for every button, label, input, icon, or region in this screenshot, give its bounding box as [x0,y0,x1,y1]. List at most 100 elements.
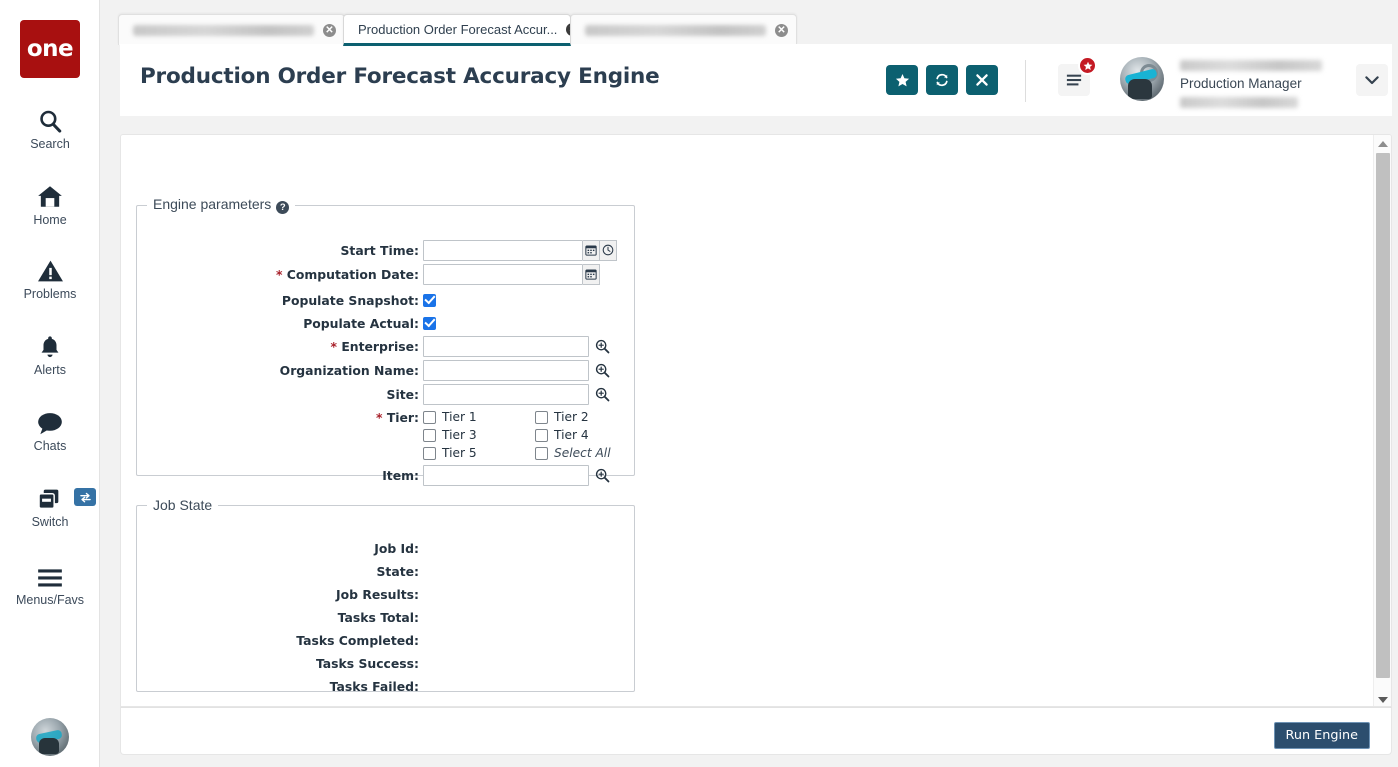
site-input[interactable] [423,383,589,405]
tier-1-label: Tier 1 [442,410,477,424]
clock-icon[interactable] [600,239,617,261]
field-row-populate-actual: Populate Actual: [137,312,634,334]
label-text: Enterprise: [341,338,419,354]
tier-option-tier-2[interactable]: Tier 2 [535,410,589,424]
engine-parameters-legend-text: Engine parameters [153,196,272,212]
label-tasks-total: Tasks Total: [337,609,419,625]
sidebar-item-problems[interactable]: Problems [0,254,100,301]
sidebar-label-chats: Chats [33,439,67,453]
scrollbar-thumb[interactable] [1376,153,1390,678]
tab-strip: ✕ Production Order Forecast Accur... ✕ ✕ [100,0,1398,46]
field-row-organization-name: Organization Name: [137,359,634,381]
search-plus-icon[interactable] [594,386,610,402]
label-tasks-completed: Tasks Completed: [296,632,419,648]
field-row-populate-snapshot: Populate Snapshot: [137,289,634,311]
close-button[interactable] [966,65,998,95]
tier-option-tier-3[interactable]: Tier 3 [423,428,535,442]
calendar-icon[interactable] [583,239,600,261]
label-computation-date: * Computation Date: [137,267,423,282]
label-start-time: Start Time: [340,242,419,258]
tier-2-checkbox[interactable] [535,410,548,424]
sidebar-label-problems: Problems [23,287,77,301]
refresh-icon [936,73,948,87]
sidebar-label-switch: Switch [31,515,69,529]
user-org-redacted [1180,97,1298,108]
search-plus-icon[interactable] [594,467,610,483]
field-row-enterprise: * Enterprise: [137,335,634,357]
page-title: Production Order Forecast Accuracy Engin… [140,64,660,89]
search-plus-icon[interactable] [594,362,610,378]
sidebar-label-alerts: Alerts [34,363,66,377]
page-header: Production Order Forecast Accuracy Engin… [120,44,1392,116]
label-organization-name: Organization Name: [279,362,419,378]
avatar-shape [1128,79,1152,99]
tier-option-tier-1[interactable]: Tier 1 [423,410,535,424]
tier-5-label: Tier 5 [442,446,477,460]
field-row-item: Item: [137,464,634,486]
job-row-job-results: Job Results: [137,583,634,605]
scroll-down-button[interactable] [1374,691,1391,706]
app-logo[interactable]: one [20,20,80,78]
tier-1-checkbox[interactable] [423,410,436,424]
search-plus-icon[interactable] [594,338,610,354]
sidebar-label-home: Home [33,213,67,227]
organization-name-input[interactable] [423,359,589,381]
tab-close-icon[interactable]: ✕ [566,22,570,36]
tier-3-checkbox[interactable] [423,428,436,442]
job-state-group: Job State Job Id: State: Job Results: Ta… [136,497,635,694]
user-menu-toggle[interactable] [1356,64,1388,96]
tab-production-order-forecast-accuracy[interactable]: Production Order Forecast Accur... ✕ [343,14,571,46]
star-badge-icon[interactable] [1078,56,1097,75]
tab-label: Production Order Forecast Accur... [358,21,558,37]
tier-4-checkbox[interactable] [535,428,548,442]
home-icon [36,180,64,210]
populate-actual-checkbox[interactable] [423,316,436,330]
tab-redacted-1[interactable]: ✕ [118,14,345,45]
chat-icon [36,406,64,436]
engine-parameters-group: Engine parameters? Start Time: * Computa… [136,196,635,486]
hamburger-icon [36,560,64,590]
calendar-icon[interactable] [583,263,600,285]
populate-snapshot-checkbox[interactable] [423,293,436,307]
required-marker: * [275,266,283,282]
sidebar-item-menus-favs[interactable]: Menus/Favs [0,560,100,607]
run-engine-button[interactable]: Run Engine [1273,722,1370,749]
avatar[interactable] [31,718,69,756]
favorite-button[interactable] [886,65,918,95]
job-row-tasks-total: Tasks Total: [137,606,634,628]
field-row-tier-1: * Tier: Tier 1 Tier 2 [137,408,634,426]
tier-option-tier-4[interactable]: Tier 4 [535,428,589,442]
label-tasks-failed: Tasks Failed: [329,678,419,694]
label-text: Computation Date: [286,266,419,282]
refresh-button[interactable] [926,65,958,95]
enterprise-input[interactable] [423,335,589,357]
field-row-start-time: Start Time: [137,239,634,261]
tier-5-checkbox[interactable] [423,446,436,460]
vertical-scrollbar[interactable] [1373,135,1391,706]
scroll-up-button[interactable] [1374,135,1391,152]
select-all-label[interactable]: Select All [554,446,611,460]
bell-icon [37,330,63,360]
tab-label [585,24,766,36]
header-divider [1025,60,1026,102]
sidebar-item-alerts[interactable]: Alerts [0,330,100,377]
tab-close-icon[interactable]: ✕ [775,23,788,37]
tier-option-select-all[interactable]: Select All [535,446,611,460]
help-question-icon[interactable]: ? [276,201,290,214]
swap-arrows-icon[interactable] [74,488,96,506]
label-tier: * Tier: [137,410,423,425]
user-avatar[interactable] [1120,57,1164,101]
label-populate-snapshot: Populate Snapshot: [281,292,419,308]
tab-redacted-2[interactable]: ✕ [570,14,797,45]
field-row-site: Site: [137,383,634,405]
item-input[interactable] [423,464,589,486]
start-time-input[interactable] [423,239,583,261]
tier-option-tier-5[interactable]: Tier 5 [423,446,535,460]
computation-date-input[interactable] [423,263,583,285]
sidebar-item-chats[interactable]: Chats [0,406,100,453]
left-nav-rail: one Search Home Problems Alerts Chats Sw… [0,0,100,767]
tab-close-icon[interactable]: ✕ [323,23,336,37]
sidebar-item-search[interactable]: Search [0,104,100,151]
sidebar-item-home[interactable]: Home [0,180,100,227]
select-all-checkbox[interactable] [535,446,548,460]
